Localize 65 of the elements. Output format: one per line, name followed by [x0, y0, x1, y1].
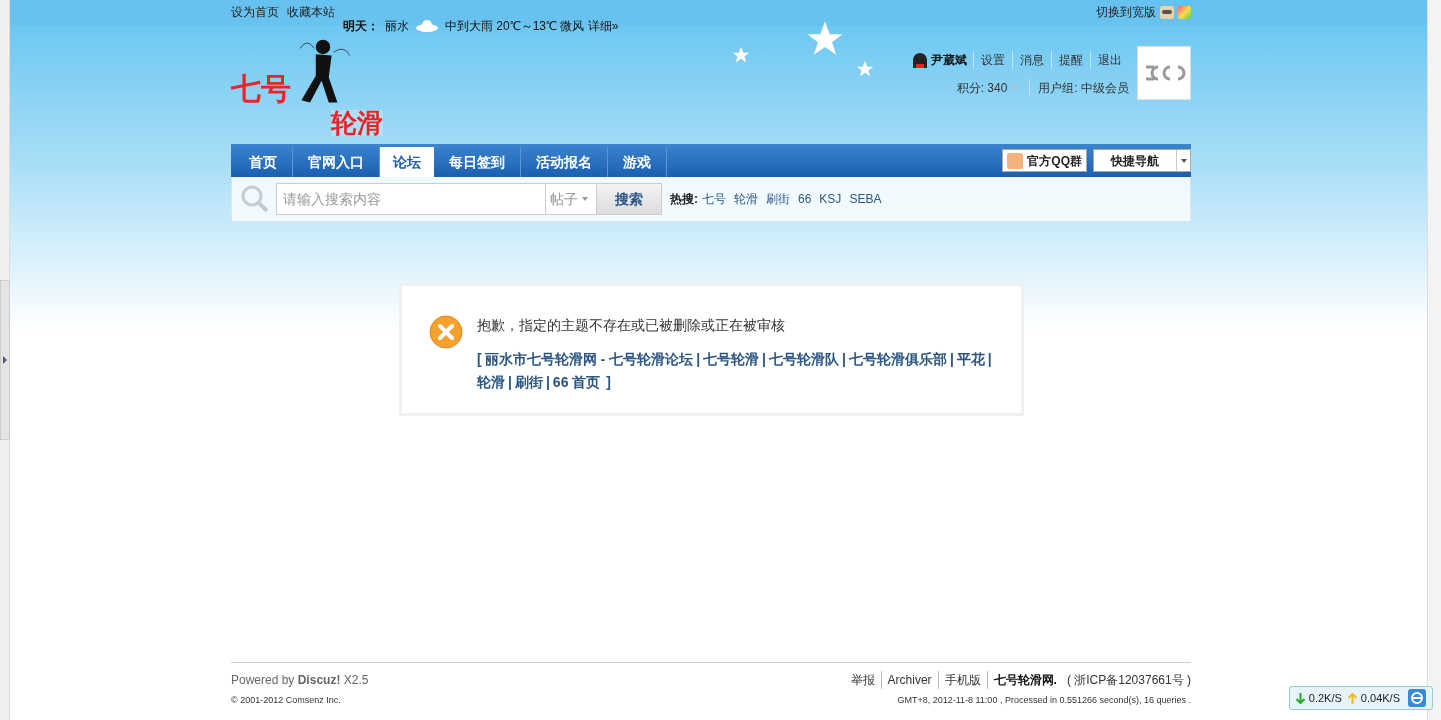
powered-by-text: Powered by Discuz! X2.5	[231, 672, 369, 689]
top-link[interactable]: 收藏本站	[287, 3, 335, 21]
footer-link[interactable]: Archiver	[880, 671, 938, 689]
hot-search-link[interactable]: 七号	[702, 190, 726, 208]
quick-nav-button[interactable]: 快捷导航	[1093, 149, 1191, 172]
star-icon	[732, 46, 750, 64]
footer-link[interactable]: 手机版	[937, 671, 987, 689]
cloud-icon	[415, 20, 439, 32]
message-link[interactable]: 平花	[956, 351, 985, 367]
hot-search-label: 热搜:	[670, 191, 698, 208]
bracket-mark: ]	[606, 374, 611, 390]
message-link[interactable]: 七号轮滑	[703, 351, 760, 367]
message-link[interactable]: 66 首页	[552, 374, 601, 390]
search-icon	[240, 184, 270, 214]
message-link[interactable]: 七号轮滑队	[768, 351, 839, 367]
separator-mark: |	[508, 374, 512, 390]
icp-link[interactable]: ( 浙ICP备12037661号 )	[1066, 671, 1191, 689]
switch-width-link[interactable]: 切换到宽版	[1096, 3, 1156, 21]
user-menu-link[interactable]: 退出	[1090, 51, 1129, 69]
up-arrow-icon	[1347, 692, 1357, 704]
down-arrow-icon	[1295, 692, 1305, 704]
upload-speed: 0.04K/S	[1360, 690, 1400, 706]
footer-link[interactable]: 举报	[844, 671, 881, 689]
bracket-mark: [	[477, 351, 482, 367]
hot-search-link[interactable]: SEBA	[849, 190, 882, 208]
separator-mark: |	[841, 351, 846, 367]
browser-icon[interactable]	[1408, 689, 1426, 707]
copyright-text: © 2001-2012 Comsenz Inc.	[231, 694, 342, 707]
hot-search-link[interactable]: 66	[798, 190, 812, 208]
processing-stats: GMT+8, 2012-11-8 11:00 , Processed in 0.551266 second(s), 16 queries .	[897, 694, 1191, 707]
message-link[interactable]: 刷街	[514, 374, 543, 390]
user-menu-link[interactable]: 提醒	[1051, 51, 1090, 69]
download-speed: 0.2K/S	[1308, 690, 1342, 706]
separator-mark: |	[987, 351, 992, 367]
weather-city: 丽水	[385, 18, 409, 35]
message-link[interactable]: 轮滑	[477, 374, 505, 390]
top-link[interactable]: 设为首页	[231, 3, 279, 21]
footer-link[interactable]: 七号轮滑网.	[986, 671, 1063, 689]
separator-mark: |	[696, 351, 701, 367]
avatar-image[interactable]	[1137, 46, 1191, 100]
separator-mark: |	[545, 374, 550, 390]
search-button[interactable]: 搜索	[596, 183, 662, 215]
nav-tab[interactable]: 论坛	[380, 147, 434, 177]
error-message: 抱歉，指定的主题不存在或已被删除或正在被审核	[477, 316, 786, 335]
hot-search-link[interactable]: 刷街	[766, 190, 790, 208]
expand-arrow-icon[interactable]	[3, 356, 7, 364]
error-icon	[429, 315, 463, 349]
separator-mark: |	[949, 351, 954, 367]
user-menu-link[interactable]: 设置	[973, 51, 1012, 69]
message-link[interactable]: 七号轮滑俱乐部	[848, 351, 947, 367]
search-field[interactable]: 请输入搜索内容	[276, 183, 546, 215]
qq-group-button[interactable]: 官方QQ群	[1002, 149, 1087, 172]
star-icon	[856, 60, 874, 78]
caret-icon	[1180, 158, 1187, 163]
weather-day: 明天：	[343, 17, 379, 35]
credits-menu[interactable]: 积分: 340	[956, 79, 1012, 97]
user-group: 用户组: 中级会员	[1029, 79, 1129, 97]
hot-search-link[interactable]: KSJ	[819, 190, 842, 208]
message-link[interactable]: 丽水市七号轮滑网 - 七号轮滑论坛	[484, 351, 694, 367]
weather-forecast[interactable]: 中到大雨 20℃～13℃ 微风 详细»	[445, 17, 619, 35]
scrollbar[interactable]	[1427, 0, 1441, 720]
user-menu-link[interactable]: 消息	[1012, 51, 1051, 69]
user-name-link[interactable]: 尹葳斌	[931, 51, 973, 69]
hot-search-link[interactable]: 轮滑	[734, 190, 758, 208]
separator-mark: |	[762, 351, 766, 367]
